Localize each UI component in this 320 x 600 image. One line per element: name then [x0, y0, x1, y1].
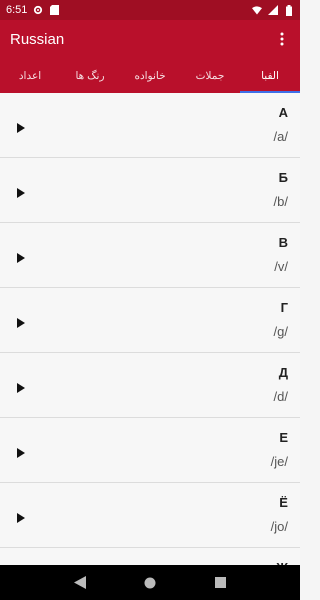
sd-card-icon — [49, 5, 59, 15]
play-icon[interactable] — [16, 510, 26, 523]
list-item[interactable]: Б /b/ — [0, 158, 300, 223]
list-item[interactable]: Г /g/ — [0, 288, 300, 353]
battery-icon — [284, 4, 294, 16]
list-item[interactable]: Д /d/ — [0, 353, 300, 418]
play-icon[interactable] — [16, 185, 26, 198]
letter-label: В — [278, 235, 288, 250]
letter-label: Б — [278, 170, 288, 185]
list-item[interactable]: Е /je/ — [0, 418, 300, 483]
tab-colors[interactable]: رنگ ها — [60, 58, 120, 93]
play-icon[interactable] — [16, 445, 26, 458]
play-icon[interactable] — [16, 120, 26, 133]
phonetic-label: /je/ — [270, 454, 288, 469]
cell-signal-icon — [268, 5, 278, 15]
play-icon[interactable] — [16, 250, 26, 263]
letter-label: А — [278, 105, 288, 120]
list-item[interactable]: Ж — [0, 548, 300, 565]
play-icon[interactable] — [16, 380, 26, 393]
tab-numbers[interactable]: اعداد — [0, 58, 60, 93]
play-icon[interactable] — [16, 315, 26, 328]
letter-label: Д — [278, 365, 288, 380]
status-bar: 6:51 — [0, 0, 300, 20]
phonetic-label: /b/ — [273, 194, 288, 209]
tab-sentences[interactable]: جملات — [180, 58, 240, 93]
phonetic-label: /jo/ — [270, 519, 288, 534]
alphabet-list[interactable]: А /a/ Б /b/ В /v/ Г /g/ Д /d/ Е /je/ Ё /… — [0, 93, 300, 565]
list-item[interactable]: В /v/ — [0, 223, 300, 288]
recents-icon[interactable] — [213, 576, 227, 590]
letter-label: Г — [280, 300, 288, 315]
home-icon[interactable] — [143, 576, 157, 590]
system-nav-bar — [0, 565, 300, 600]
list-item[interactable]: А /a/ — [0, 93, 300, 158]
letter-label: Е — [279, 430, 288, 445]
app-bar: Russian — [0, 20, 300, 58]
tab-family[interactable]: خانواده — [120, 58, 180, 93]
back-icon[interactable] — [73, 576, 87, 590]
phonetic-label: /g/ — [273, 324, 288, 339]
tab-bar: الفبا جملات خانواده رنگ ها اعداد — [0, 58, 300, 93]
wifi-icon — [252, 5, 262, 15]
list-item[interactable]: Ё /jo/ — [0, 483, 300, 548]
tab-alphabet[interactable]: الفبا — [240, 58, 300, 93]
app-title: Russian — [10, 30, 65, 48]
phonetic-label: /v/ — [274, 259, 288, 274]
letter-label: Ё — [279, 495, 288, 510]
phonetic-label: /d/ — [273, 389, 288, 404]
status-time: 6:51 — [6, 4, 28, 16]
phonetic-label: /a/ — [273, 129, 288, 144]
more-vertical-icon[interactable] — [274, 29, 290, 49]
settings-icon — [33, 5, 43, 15]
